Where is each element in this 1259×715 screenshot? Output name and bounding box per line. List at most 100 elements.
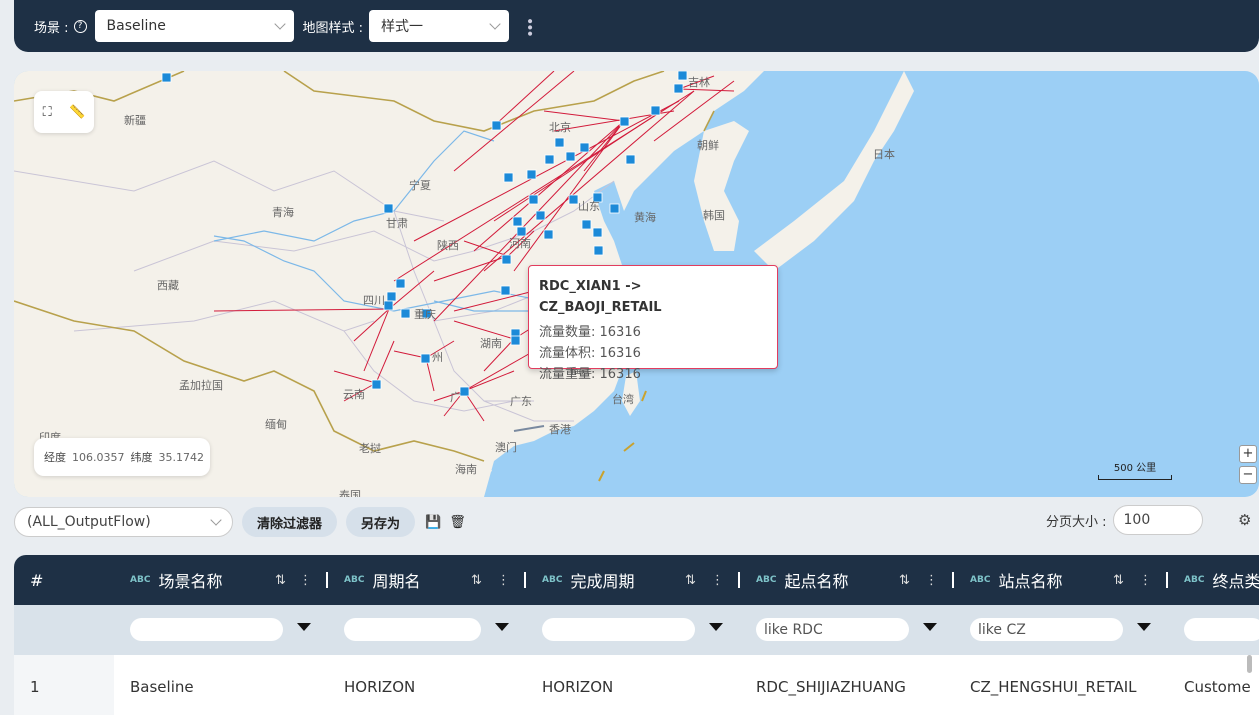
abc-icon: ABC bbox=[970, 575, 991, 585]
label-xinjiang: 新疆 bbox=[124, 113, 146, 127]
filter-icon[interactable] bbox=[709, 623, 723, 631]
label-guangxi: 广 bbox=[450, 391, 461, 404]
label-taiguo: 泰国 bbox=[339, 488, 361, 497]
page-size-control: 分页大小 : 100 bbox=[1046, 505, 1203, 535]
chevron-down-icon bbox=[489, 18, 501, 30]
scale-label: 500 公里 bbox=[1113, 463, 1157, 474]
scene-select[interactable]: Baseline bbox=[94, 10, 294, 42]
table-header: # ABC 场景名称 ⇅ ⋮ ABC 周期名 ⇅ ⋮ ABC 完成周期 ⇅ ⋮ ABC 起点名… bbox=[14, 555, 1259, 605]
delete-icon[interactable]: 🗑 bbox=[449, 515, 466, 530]
filter-row: like RDC like CZ bbox=[14, 605, 1259, 655]
filter-input[interactable] bbox=[130, 618, 283, 641]
label-sichuan: 四川 bbox=[363, 295, 385, 307]
fullscreen-icon[interactable]: ⛶ bbox=[43, 105, 52, 120]
label-ningxia: 宁夏 bbox=[409, 178, 431, 192]
chevron-down-icon bbox=[273, 18, 286, 30]
cell-origin: RDC_SHIJIAZHUANG bbox=[756, 678, 906, 696]
label-guizhou: 州 bbox=[432, 352, 443, 364]
cell-done-period: HORIZON bbox=[542, 678, 614, 696]
filter-input[interactable] bbox=[542, 618, 695, 641]
sort-icon[interactable]: ⇅ bbox=[899, 573, 910, 588]
column-header[interactable]: ABC 终点类 bbox=[1184, 555, 1259, 605]
tooltip-flow-qty: 流量数量: 16316 bbox=[539, 325, 641, 340]
label-miandian: 缅甸 bbox=[265, 417, 287, 431]
column-header[interactable]: ABC 场景名称 ⇅ ⋮ bbox=[130, 555, 344, 605]
data-table: # ABC 场景名称 ⇅ ⋮ ABC 周期名 ⇅ ⋮ ABC 完成周期 ⇅ ⋮ ABC 起点名… bbox=[14, 555, 1259, 715]
top-toolbar: 场景 :? Baseline 地图样式 : 样式一 ••• bbox=[14, 0, 1259, 52]
label-jilin: 吉林 bbox=[688, 75, 710, 89]
abc-icon: ABC bbox=[1184, 575, 1205, 585]
filter-input[interactable]: like RDC bbox=[756, 618, 909, 641]
flow-map[interactable]: 新疆 青海 西藏 甘肃 宁夏 陕西 四川 云南 州 湖南 广东 河南 山东 北京… bbox=[14, 71, 1259, 497]
scrollbar[interactable] bbox=[1247, 655, 1252, 673]
filter-bar: (ALL_OutputFlow) 清除过滤器 另存为 💾 🗑 分页大小 : 10… bbox=[14, 505, 1259, 539]
help-icon[interactable]: ? bbox=[73, 19, 87, 33]
column-menu-icon[interactable]: ⋮ bbox=[711, 573, 724, 588]
row-index: 1 bbox=[30, 678, 40, 696]
cell-site: CZ_HENGSHUI_RETAIL bbox=[970, 678, 1137, 696]
label-huanghai: 黄海 bbox=[634, 210, 656, 224]
label-laowo: 老挝 bbox=[359, 441, 381, 455]
label-chaoxian: 朝鲜 bbox=[697, 138, 719, 152]
longitude-value: 106.0357 bbox=[72, 450, 125, 464]
label-hainan: 海南 bbox=[455, 462, 477, 476]
label-hunan: 湖南 bbox=[480, 337, 502, 350]
map-tools: ⛶ 📏 bbox=[34, 91, 94, 133]
column-header[interactable]: ABC 完成周期 ⇅ ⋮ bbox=[542, 555, 756, 605]
cell-dest-type: Custome bbox=[1184, 678, 1251, 696]
row-index-cell bbox=[14, 655, 114, 715]
label-xizang: 西藏 bbox=[157, 279, 179, 292]
column-menu-icon[interactable]: ⋮ bbox=[497, 573, 510, 588]
cell-period: HORIZON bbox=[344, 678, 416, 696]
filter-input[interactable] bbox=[344, 618, 481, 641]
tooltip-flow-volume: 流量体积: 16316 bbox=[539, 346, 641, 361]
label-gansu: 甘肃 bbox=[386, 217, 408, 230]
ruler-icon[interactable]: 📏 bbox=[69, 105, 85, 120]
japan-land bbox=[754, 71, 914, 271]
label-guangdong: 广东 bbox=[510, 395, 532, 408]
latitude-label: 纬度 bbox=[130, 451, 153, 464]
sort-icon[interactable]: ⇅ bbox=[685, 573, 696, 588]
filter-icon[interactable] bbox=[495, 623, 509, 631]
map-style-label: 地图样式 : bbox=[302, 20, 364, 36]
more-options-icon[interactable]: ••• bbox=[521, 17, 537, 36]
column-menu-icon[interactable]: ⋮ bbox=[1139, 573, 1152, 588]
column-menu-icon[interactable]: ⋮ bbox=[925, 573, 938, 588]
tooltip-flow-weight: 流量重量: 16316 bbox=[539, 367, 641, 382]
gear-icon[interactable]: ⚙ bbox=[1238, 511, 1251, 529]
page-size-input[interactable]: 100 bbox=[1112, 505, 1203, 535]
cell-scene: Baseline bbox=[130, 678, 194, 696]
zoom-out-button[interactable]: − bbox=[1239, 466, 1257, 484]
filter-input[interactable] bbox=[1184, 618, 1259, 641]
column-header[interactable]: ABC 周期名 ⇅ ⋮ bbox=[344, 555, 542, 605]
view-select[interactable]: (ALL_OutputFlow) bbox=[14, 507, 233, 537]
label-mengjiala: 孟加拉国 bbox=[179, 378, 223, 392]
sort-icon[interactable]: ⇅ bbox=[275, 573, 286, 588]
abc-icon: ABC bbox=[756, 575, 777, 585]
clear-filters-button[interactable]: 清除过滤器 bbox=[242, 507, 338, 537]
page-size-label: 分页大小 : bbox=[1046, 514, 1107, 530]
save-icon[interactable]: 💾 bbox=[425, 515, 441, 530]
sort-icon[interactable]: ⇅ bbox=[471, 573, 482, 588]
table-row[interactable]: 1 Baseline HORIZON HORIZON RDC_SHIJIAZHU… bbox=[14, 655, 1259, 715]
label-aomen: 澳门 bbox=[495, 440, 517, 454]
scene-label: 场景 :? bbox=[34, 17, 87, 36]
sort-icon[interactable]: ⇅ bbox=[1113, 573, 1124, 588]
coordinate-readout: 经度 106.0357 纬度 35.1742 bbox=[34, 438, 210, 476]
zoom-in-button[interactable]: + bbox=[1239, 445, 1257, 463]
label-taiwan: 台湾 bbox=[612, 392, 634, 406]
abc-icon: ABC bbox=[130, 575, 151, 585]
column-header[interactable]: ABC 起点名称 ⇅ ⋮ bbox=[756, 555, 970, 605]
map-style-select[interactable]: 样式一 bbox=[369, 10, 510, 42]
filter-icon[interactable] bbox=[1137, 623, 1151, 631]
latitude-value: 35.1742 bbox=[158, 450, 205, 464]
column-menu-icon[interactable]: ⋮ bbox=[299, 573, 312, 588]
label-beijing: 北京 bbox=[549, 120, 571, 134]
longitude-label: 经度 bbox=[44, 451, 66, 464]
filter-icon[interactable] bbox=[923, 623, 937, 631]
filter-input[interactable]: like CZ bbox=[970, 618, 1123, 641]
column-header[interactable]: ABC 站点名称 ⇅ ⋮ bbox=[970, 555, 1184, 605]
label-chongqing: 重庆 bbox=[414, 307, 436, 321]
filter-icon[interactable] bbox=[297, 623, 311, 631]
save-as-button[interactable]: 另存为 bbox=[346, 507, 416, 537]
